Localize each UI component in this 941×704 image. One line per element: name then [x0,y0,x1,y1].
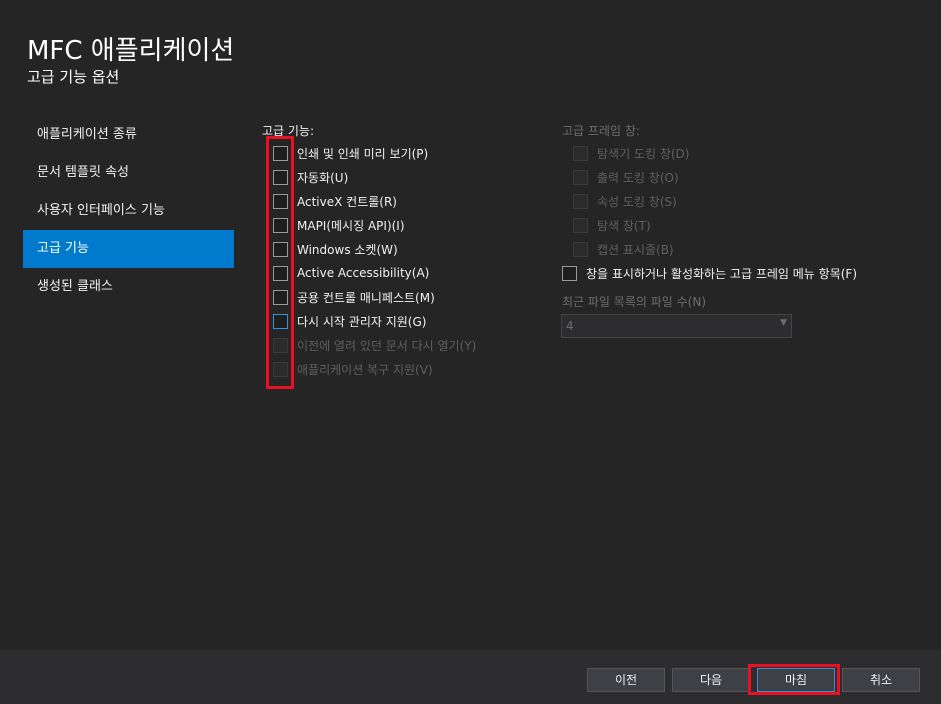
option-properties-docking-pane: 속성 도킹 창(S) [573,189,689,213]
option-common-control-manifest[interactable]: 공용 컨트롤 매니페스트(M) [273,285,476,309]
checkbox [573,169,588,185]
option-output-docking-pane: 출력 도킹 창(O) [573,165,689,189]
page-title: MFC 애플리케이션 [27,36,235,66]
option-label: 창을 표시하거나 활성화하는 고급 프레임 메뉴 항목(F) [586,266,857,281]
option-label: 인쇄 및 인쇄 미리 보기(P) [297,146,429,161]
wizard-nav: 애플리케이션 종류 문서 템플릿 속성 사용자 인터페이스 기능 고급 기능 생… [23,116,234,306]
checkbox[interactable] [273,265,288,281]
advanced-frame-list: 탐색기 도킹 창(D) 출력 도킹 창(O) 속성 도킹 창(S) 탐색 창(T… [573,141,689,261]
option-restart-manager[interactable]: 다시 시작 관리자 지원(G) [273,309,476,333]
cancel-button[interactable]: 취소 [842,668,920,692]
option-automation[interactable]: 자동화(U) [273,165,476,189]
option-label: Active Accessibility(A) [297,266,430,280]
option-label: 탐색기 도킹 창(D) [597,146,690,161]
option-label: 캡션 표시줄(B) [597,242,674,257]
nav-item-application-type[interactable]: 애플리케이션 종류 [23,116,234,154]
option-print-preview[interactable]: 인쇄 및 인쇄 미리 보기(P) [273,141,476,165]
checkbox[interactable] [273,289,288,305]
option-reopen-documents: 이전에 열려 있던 문서 다시 열기(Y) [273,333,476,357]
option-explorer-docking-pane: 탐색기 도킹 창(D) [573,141,689,165]
option-label: Windows 소켓(W) [297,242,398,257]
checkbox [573,145,588,161]
option-label: 출력 도킹 창(O) [597,170,679,185]
advanced-frame-label: 고급 프레임 창: [562,124,640,138]
nav-item-advanced-features[interactable]: 고급 기능 [23,230,234,268]
checkbox[interactable] [273,169,288,185]
option-label: MAPI(메시징 API)(I) [297,218,405,233]
page-subtitle: 고급 기능 옵션 [27,68,120,86]
checkbox [573,217,588,233]
nav-item-document-template[interactable]: 문서 템플릿 속성 [23,154,234,192]
mru-count-label: 최근 파일 목록의 파일 수(N) [562,295,706,309]
option-caption-bar: 캡션 표시줄(B) [573,237,689,261]
previous-button[interactable]: 이전 [587,668,665,692]
mru-count-value: 4 [566,319,574,333]
advanced-features-list: 인쇄 및 인쇄 미리 보기(P) 자동화(U) ActiveX 컨트롤(R) M… [273,141,476,381]
checkbox[interactable] [273,241,288,257]
option-label: 이전에 열려 있던 문서 다시 열기(Y) [297,338,477,353]
finish-button[interactable]: 마침 [757,668,835,692]
option-label: 탐색 창(T) [597,218,651,233]
option-windows-sockets[interactable]: Windows 소켓(W) [273,237,476,261]
next-button[interactable]: 다음 [672,668,750,692]
checkbox[interactable] [273,145,288,161]
nav-item-user-interface[interactable]: 사용자 인터페이스 기능 [23,192,234,230]
option-label: 속성 도킹 창(S) [597,194,677,209]
advanced-features-label: 고급 기능: [262,124,315,138]
option-label: 다시 시작 관리자 지원(G) [297,314,427,329]
checkbox[interactable] [273,313,288,329]
checkbox [573,193,588,209]
checkbox [573,241,588,257]
mru-count-select: 4 ▼ [561,314,792,338]
nav-item-generated-classes[interactable]: 생성된 클래스 [23,268,234,306]
checkbox [273,361,288,377]
option-frame-menu-items[interactable]: 창을 표시하거나 활성화하는 고급 프레임 메뉴 항목(F) [562,261,857,285]
option-application-recovery: 애플리케이션 복구 지원(V) [273,357,476,381]
checkbox[interactable] [273,217,288,233]
option-label: 공용 컨트롤 매니페스트(M) [297,290,435,305]
option-active-accessibility[interactable]: Active Accessibility(A) [273,261,476,285]
option-label: 자동화(U) [297,170,349,185]
option-label: ActiveX 컨트롤(R) [297,194,397,209]
option-label: 애플리케이션 복구 지원(V) [297,362,433,377]
option-mapi[interactable]: MAPI(메시징 API)(I) [273,213,476,237]
checkbox[interactable] [273,193,288,209]
chevron-down-icon: ▼ [780,318,787,328]
option-activex-controls[interactable]: ActiveX 컨트롤(R) [273,189,476,213]
checkbox[interactable] [562,265,577,281]
checkbox [273,337,288,353]
option-navigation-pane: 탐색 창(T) [573,213,689,237]
